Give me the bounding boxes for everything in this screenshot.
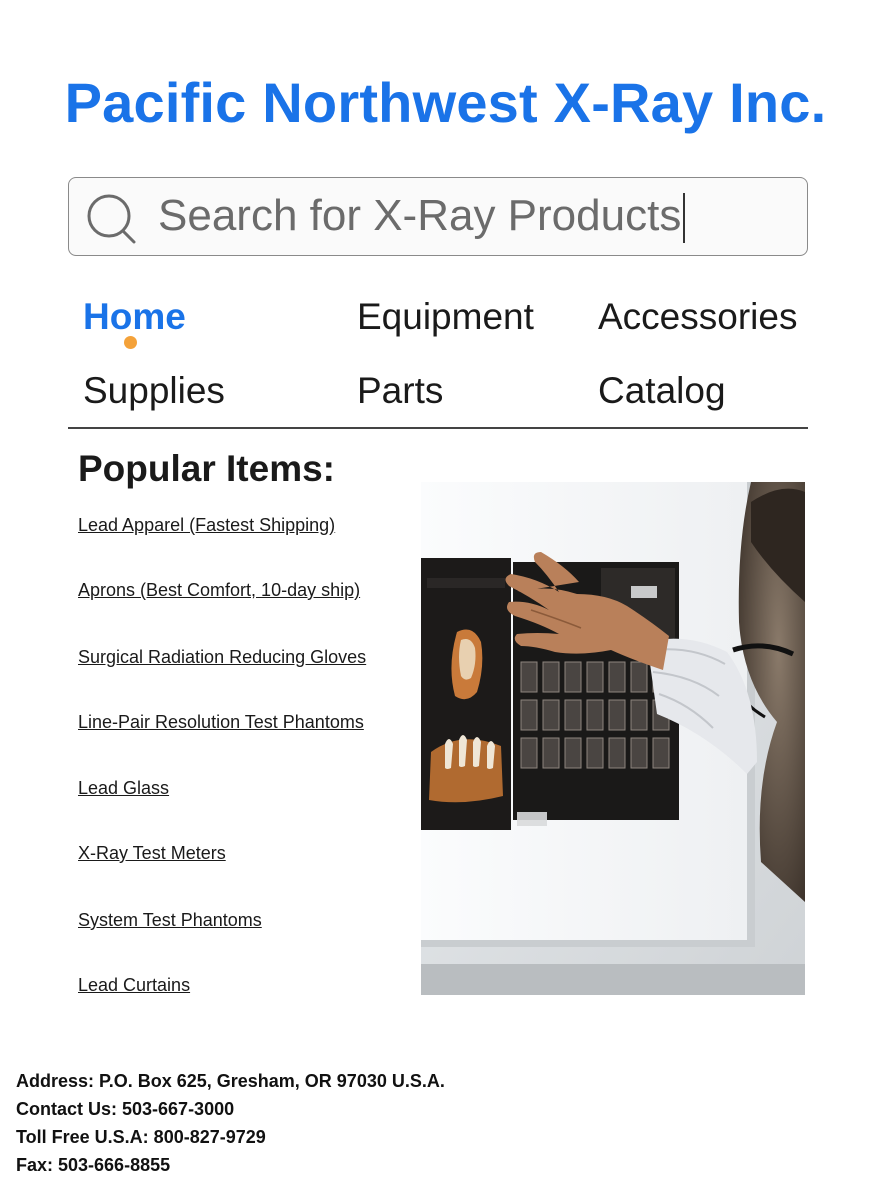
page: Pacific Northwest X-Ray Inc. Search for … [0, 0, 891, 1189]
nav-divider [68, 427, 808, 429]
popular-items-heading: Popular Items: [78, 448, 335, 489]
popular-link-test-meters[interactable]: X-Ray Test Meters [78, 843, 226, 864]
footer-contact: Contact Us: 503-667-3000 [16, 1099, 235, 1119]
nav-item-accessories[interactable]: Accessories [598, 296, 797, 338]
footer-address: Address: P.O. Box 625, Gresham, OR 97030… [16, 1071, 445, 1091]
popular-link-aprons[interactable]: Aprons (Best Comfort, 10-day ship) [78, 580, 360, 601]
xray-lightbox-photo [421, 482, 805, 995]
site-title: Pacific Northwest X-Ray Inc. [64, 71, 827, 134]
nav-item-equipment[interactable]: Equipment [357, 296, 534, 338]
popular-link-lead-glass[interactable]: Lead Glass [78, 778, 169, 799]
search-icon [87, 194, 136, 244]
search-placeholder: Search for X-Ray Products [158, 191, 682, 240]
footer-tollfree: Toll Free U.S.A: 800-827-9729 [16, 1127, 266, 1147]
popular-link-lead-curtains[interactable]: Lead Curtains [78, 975, 190, 996]
popular-link-system-phantoms[interactable]: System Test Phantoms [78, 910, 262, 931]
popular-link-test-phantoms[interactable]: Line-Pair Resolution Test Phantoms [78, 712, 364, 733]
footer-fax: Fax: 503-666-8855 [16, 1155, 171, 1175]
nav-item-home[interactable]: Home [83, 296, 186, 338]
nav-item-parts[interactable]: Parts [357, 370, 443, 412]
nav-item-supplies[interactable]: Supplies [83, 370, 225, 412]
popular-link-gloves[interactable]: Surgical Radiation Reducing Gloves [78, 647, 366, 668]
nav-item-catalog[interactable]: Catalog [598, 370, 726, 412]
search-field-text[interactable]: Search for X-Ray Products [158, 190, 686, 244]
text-caret [683, 193, 686, 244]
active-indicator-dot [124, 336, 137, 349]
popular-link-lead-apparel[interactable]: Lead Apparel (Fastest Shipping) [78, 515, 335, 536]
